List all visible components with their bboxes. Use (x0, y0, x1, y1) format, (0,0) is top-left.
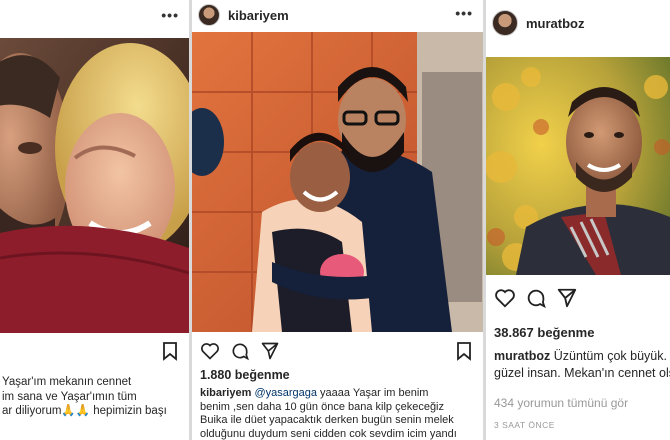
caption-line: olduğunu duydum seni cidden cok sevdim i… (200, 427, 457, 440)
caption-line: ar diliyorum🙏🙏 hepimizin başı (2, 405, 167, 417)
post-timestamp: 3 SAAT ÖNCE (494, 420, 555, 430)
post-panel-right: muratboz 38.867 beğenme muratboz Üzüntüm… (486, 0, 670, 440)
caption-line: muratboz Üzüntüm çok büyük. Nu (494, 348, 670, 365)
post-panel-left: ••• Yaşar'ım mekanın cennet im sana ve Y… (0, 0, 189, 440)
post-photo-image (192, 32, 483, 332)
caption-line: Yaşar'ım mekanın cennet (2, 376, 132, 388)
heart-icon[interactable] (494, 287, 516, 314)
post-photo[interactable] (0, 38, 189, 333)
post-header: muratboz (486, 0, 670, 46)
caption-username[interactable]: kibariyem (200, 387, 251, 399)
caption-text: Üzüntüm çok büyük. Nu (553, 349, 670, 363)
caption-line: kibariyem @yasargaga yaaaa Yaşar im beni… (200, 387, 477, 401)
caption-username[interactable]: muratboz (494, 349, 550, 363)
post-caption: muratboz Üzüntüm çok büyük. Nu güzel ins… (494, 348, 670, 382)
more-options-icon[interactable]: ••• (455, 6, 473, 20)
like-count[interactable]: 38.867 beğenme (494, 325, 594, 340)
caption-line: im sana ve Yaşar'ımın tüm (2, 390, 137, 403)
post-photo[interactable] (486, 57, 670, 275)
caption-line: Buika ile düet yapacaktık derken bugün s… (200, 414, 454, 426)
avatar[interactable] (492, 10, 518, 36)
username[interactable]: kibariyem (228, 8, 289, 23)
post-panel-center: kibariyem ••• 1.880 beğenme kibariyem @y… (192, 0, 483, 440)
heart-icon[interactable] (200, 341, 220, 366)
post-actions (192, 341, 483, 367)
post-photo-image (486, 57, 670, 275)
comment-icon[interactable] (230, 341, 250, 366)
view-comments-link[interactable]: 434 yorumun tümünü gör (494, 396, 664, 411)
bookmark-icon[interactable] (454, 341, 474, 366)
post-caption: kibariyem @yasargaga yaaaa Yaşar im beni… (200, 387, 477, 440)
like-count[interactable]: 1.880 beğenme (200, 368, 290, 382)
share-icon[interactable] (556, 287, 578, 314)
post-header: kibariyem ••• (192, 0, 483, 30)
post-caption: Yaşar'ım mekanın cennet im sana ve Yaşar… (2, 375, 183, 419)
username[interactable]: muratboz (526, 16, 585, 31)
avatar[interactable] (198, 4, 220, 26)
caption-line: güzel insan. Mekan'ın cennet olsun (494, 366, 670, 380)
share-icon[interactable] (260, 341, 280, 366)
caption-text: yaaaa Yaşar im benim (316, 387, 429, 399)
post-photo-image (0, 38, 189, 333)
comment-icon[interactable] (525, 287, 547, 314)
more-options-icon[interactable]: ••• (161, 8, 179, 22)
caption-line: benim ,sen daha 10 gün önce bana kilp çe… (200, 400, 445, 413)
bookmark-icon[interactable] (160, 341, 180, 366)
post-photo[interactable] (192, 32, 483, 332)
mention-link[interactable]: @yasargaga (254, 387, 317, 399)
post-actions (486, 287, 670, 313)
